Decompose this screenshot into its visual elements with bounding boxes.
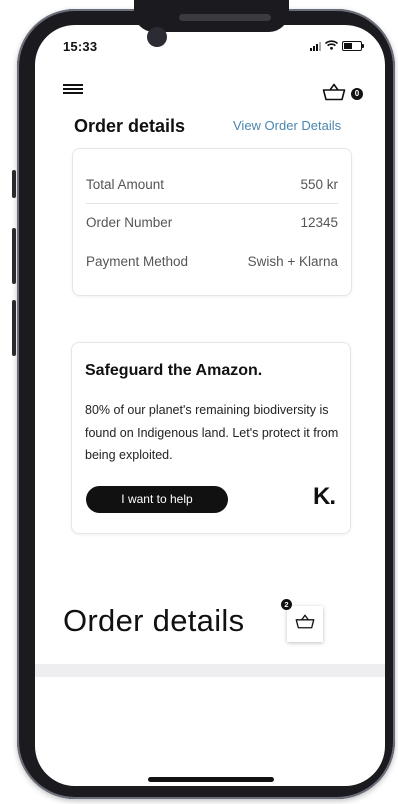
order-details-heading: Order details	[74, 116, 186, 136]
shopping-basket-icon	[322, 83, 346, 105]
safeguard-promo-card: Safeguard the Amazon. 80% of our planet'…	[71, 342, 351, 534]
home-indicator[interactable]	[148, 777, 274, 782]
summary-divider	[86, 203, 338, 204]
summary-value: 550 kr	[300, 177, 338, 192]
summary-row-total: Total Amount 550 kr	[86, 177, 338, 192]
summary-row-order-number: Order Number 12345	[86, 215, 338, 230]
order-details-large-title: Order details	[63, 603, 245, 638]
klarna-logo: K.	[313, 483, 336, 510]
summary-value: Swish + Klarna	[247, 254, 338, 269]
cart-button[interactable]	[322, 83, 346, 106]
cart-widget-button[interactable]	[287, 606, 323, 642]
mute-switch	[12, 170, 16, 198]
i-want-to-help-button[interactable]: I want to help	[86, 486, 228, 513]
summary-value: 12345	[300, 215, 338, 230]
summary-row-payment-method: Payment Method Swish + Klarna	[86, 254, 338, 269]
promo-title: Safeguard the Amazon.	[85, 362, 263, 379]
wifi-icon	[324, 37, 339, 55]
speaker-grille	[179, 14, 271, 21]
front-camera	[147, 27, 167, 47]
summary-label: Payment Method	[86, 254, 189, 269]
status-icons	[310, 37, 364, 55]
view-order-details-link[interactable]: View Order Details	[233, 118, 341, 133]
shopping-basket-icon	[295, 614, 315, 634]
status-time: 15:33	[63, 39, 98, 54]
hamburger-menu-icon[interactable]	[63, 84, 83, 94]
summary-label: Total Amount	[86, 177, 165, 192]
summary-label: Order Number	[86, 215, 173, 230]
promo-body: 80% of our planet's remaining biodiversi…	[85, 403, 339, 462]
cart-count-badge: 0	[351, 88, 363, 100]
cart-widget-badge: 2	[281, 599, 292, 610]
battery-icon	[342, 41, 364, 51]
footer-band	[35, 664, 385, 677]
volume-up-button	[12, 228, 16, 284]
order-summary-card: Total Amount 550 kr Order Number 12345 P…	[72, 148, 352, 296]
cellular-signal-icon	[310, 41, 321, 51]
volume-down-button	[12, 300, 16, 356]
